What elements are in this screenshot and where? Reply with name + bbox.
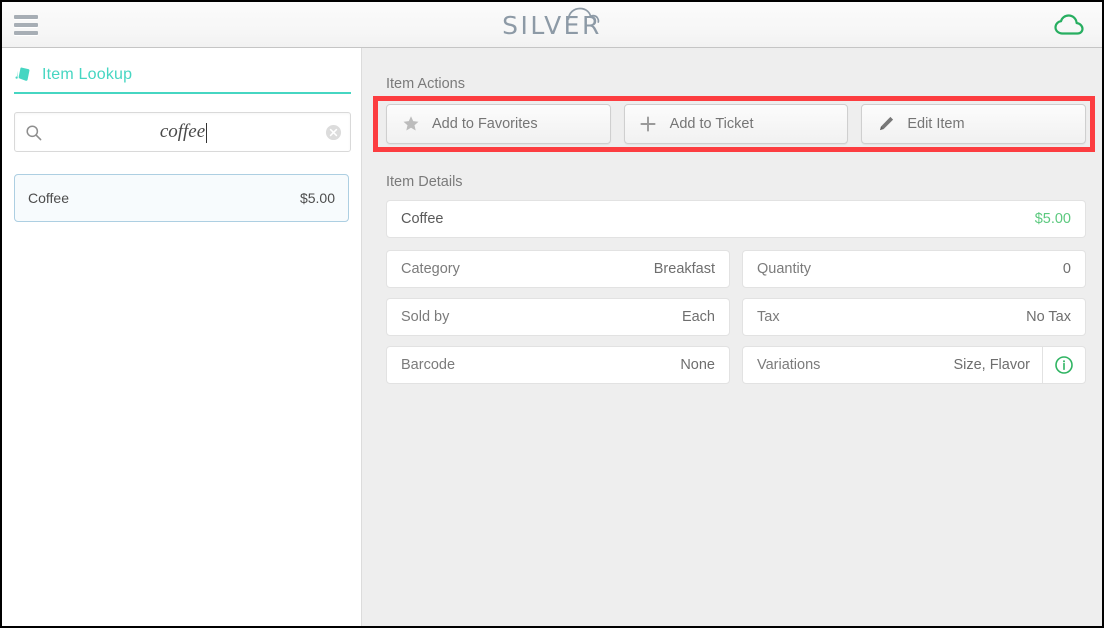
edit-item-button[interactable]: Edit Item — [861, 104, 1087, 144]
hamburger-bar — [14, 31, 38, 35]
add-to-ticket-label: Add to Ticket — [669, 116, 754, 132]
pencil-icon — [876, 115, 895, 134]
item-price: $5.00 — [1034, 211, 1071, 227]
detail-cell-category[interactable]: Category Breakfast — [386, 250, 730, 288]
detail-key: Quantity — [757, 261, 811, 277]
detail-cell-variations[interactable]: Variations Size, Flavor — [742, 346, 1086, 384]
item-summary-row[interactable]: Coffee $5.00 — [386, 200, 1086, 238]
add-to-ticket-button[interactable]: Add to Ticket — [623, 104, 849, 144]
detail-key: Variations — [757, 357, 821, 373]
search-input-value: coffee — [159, 121, 206, 142]
detail-value: 0 — [1062, 261, 1071, 277]
result-item-price: $5.00 — [299, 190, 335, 206]
detail-key: Barcode — [401, 357, 456, 373]
logo-text: SILVER — [502, 10, 602, 40]
cloud-arc-icon — [567, 7, 600, 23]
detail-cell-barcode[interactable]: Barcode None — [386, 346, 730, 384]
star-icon — [401, 115, 420, 134]
hamburger-bar — [14, 23, 38, 27]
detail-value: Size, Flavor — [953, 357, 1030, 373]
main-panel: Item Actions Add to Favorites Add to Tic… — [362, 48, 1102, 626]
item-details-grid: Category Breakfast Quantity 0 Sold by Ea… — [386, 250, 1086, 384]
item-actions-row: Add to Favorites Add to Ticket Edit Item — [386, 104, 1087, 144]
item-details-label: Item Details — [386, 174, 463, 190]
top-header-bar: SILVER — [2, 2, 1102, 50]
hamburger-bar — [14, 15, 38, 19]
text-caret — [206, 123, 208, 143]
result-item-name: Coffee — [28, 190, 69, 206]
detail-key: Category — [401, 261, 460, 277]
app-logo: SILVER — [2, 2, 1102, 48]
add-to-favorites-button[interactable]: Add to Favorites — [386, 104, 611, 144]
detail-cell-tax[interactable]: Tax No Tax — [742, 298, 1086, 336]
item-actions-label: Item Actions — [386, 76, 465, 92]
detail-value: Breakfast — [653, 261, 715, 277]
sidebar-tab-item-lookup[interactable]: Item Lookup — [14, 58, 351, 94]
app-body: Item Lookup coffee Coffee $5.00 Item Act… — [2, 48, 1102, 626]
variations-info-button[interactable] — [1042, 347, 1085, 383]
plus-icon — [639, 115, 658, 134]
detail-key: Tax — [757, 309, 780, 325]
search-icon — [26, 125, 42, 141]
detail-cell-quantity[interactable]: Quantity 0 — [742, 250, 1086, 288]
hamburger-menu-icon[interactable] — [14, 15, 38, 35]
info-circle-icon — [1055, 356, 1073, 374]
app-window: SILVER Item Lookup coffee Coffee $5.00 I… — [0, 0, 1104, 628]
sidebar-tab-label: Item Lookup — [42, 66, 133, 83]
sidebar-panel: Item Lookup coffee Coffee $5.00 — [2, 48, 362, 626]
search-input-value-wrap: coffee — [51, 113, 316, 151]
detail-value: No Tax — [1026, 309, 1071, 325]
search-result-row[interactable]: Coffee $5.00 — [14, 174, 349, 222]
tag-icon — [15, 67, 30, 81]
item-name: Coffee — [401, 211, 444, 227]
cloud-icon — [1054, 14, 1084, 35]
edit-item-label: Edit Item — [907, 116, 965, 132]
detail-value: None — [680, 357, 715, 373]
detail-key: Sold by — [401, 309, 450, 325]
search-input[interactable]: coffee — [14, 112, 351, 152]
cloud-status-button[interactable] — [1052, 11, 1088, 39]
detail-cell-sold-by[interactable]: Sold by Each — [386, 298, 730, 336]
detail-value: Each — [681, 309, 715, 325]
clear-circle-icon[interactable] — [325, 124, 342, 141]
add-to-favorites-label: Add to Favorites — [432, 116, 538, 132]
